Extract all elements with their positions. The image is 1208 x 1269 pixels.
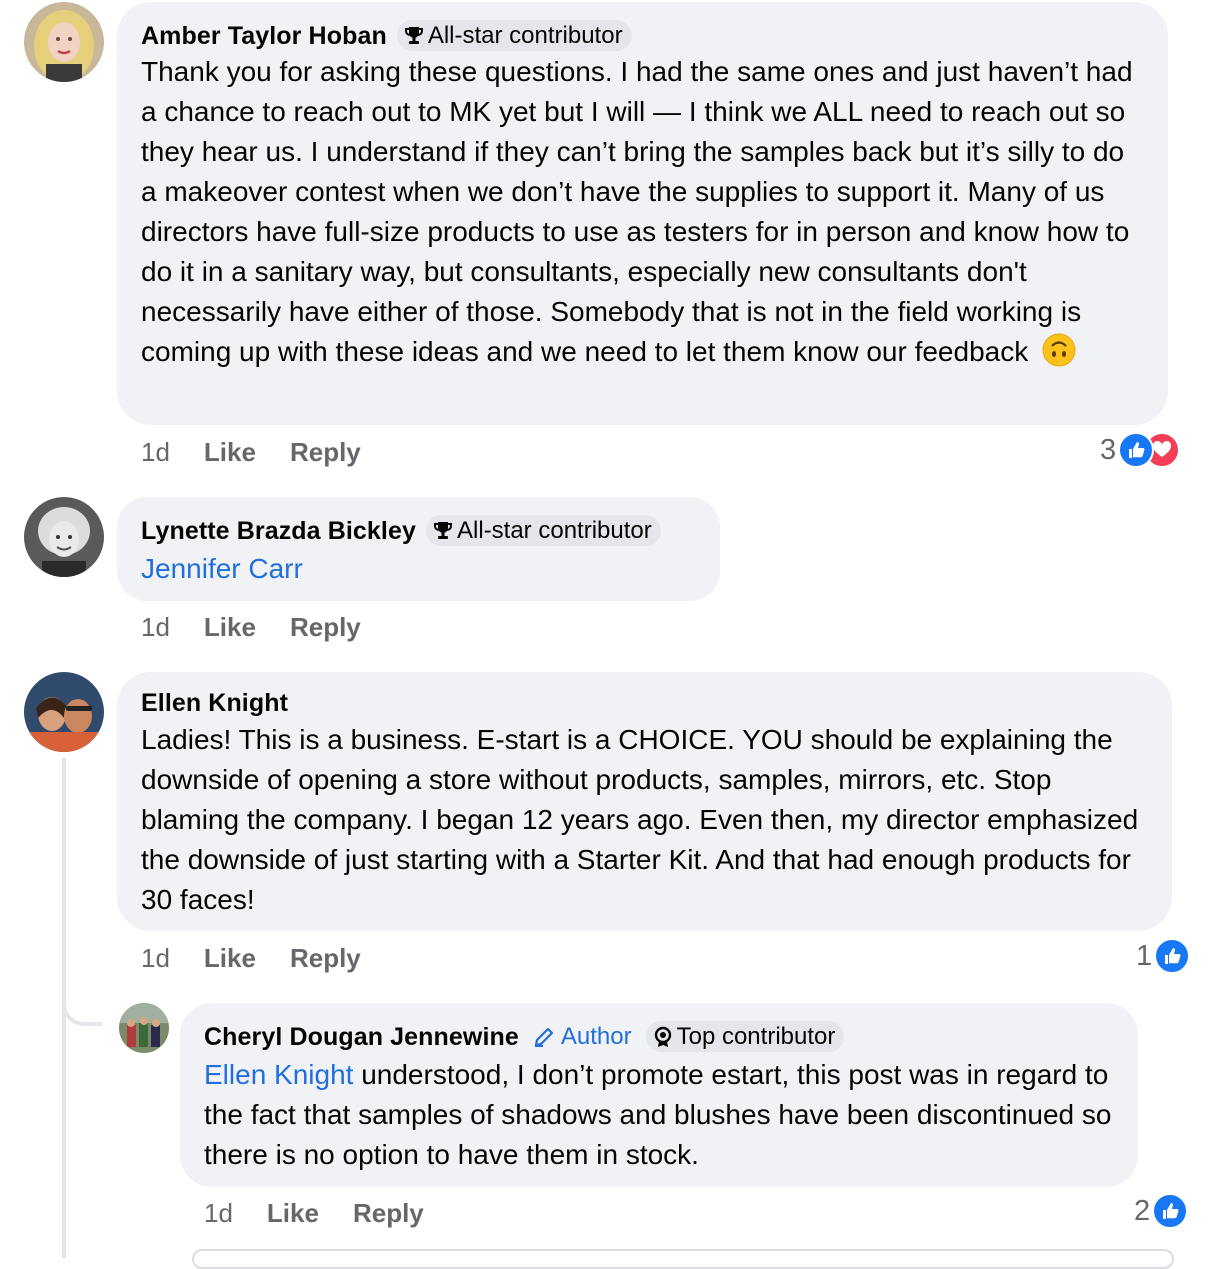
- avatar[interactable]: [24, 2, 104, 82]
- like-button[interactable]: Like: [267, 1198, 319, 1229]
- comment-bubble: Lynette Brazda Bickley All-star contribu…: [117, 497, 720, 601]
- like-button[interactable]: Like: [204, 437, 256, 468]
- reply-button[interactable]: Reply: [290, 612, 361, 643]
- like-button[interactable]: Like: [204, 943, 256, 974]
- author-name[interactable]: Amber Taylor Hoban: [141, 21, 387, 51]
- reaction-count: 2: [1134, 1194, 1151, 1227]
- comment-actions: 1d Like Reply: [141, 611, 395, 643]
- comment-time[interactable]: 1d: [141, 943, 170, 974]
- badge-label: All-star contributor: [457, 516, 652, 544]
- author-name[interactable]: Cheryl Dougan Jennewine: [204, 1022, 519, 1052]
- upside-down-face-emoji-icon: [1042, 333, 1076, 378]
- comment-actions: 1d Like Reply: [141, 436, 395, 468]
- badge-label: All-star contributor: [427, 21, 623, 49]
- like-button[interactable]: Like: [204, 612, 256, 643]
- like-icon: [1152, 1193, 1189, 1229]
- reaction-summary[interactable]: 1: [1136, 938, 1191, 974]
- contributor-badge[interactable]: All-star contributor: [426, 515, 661, 546]
- pencil-icon: [534, 1027, 553, 1047]
- reply-button[interactable]: Reply: [353, 1198, 424, 1229]
- comment-bubble: Ellen Knight Ladies! This is a business.…: [117, 672, 1172, 931]
- next-comment-edge: [192, 1249, 1174, 1269]
- author-name[interactable]: Ellen Knight: [141, 688, 288, 718]
- medal-icon: [654, 1026, 671, 1047]
- like-icon: [1118, 432, 1155, 468]
- reaction-count: 1: [1136, 939, 1153, 972]
- contributor-badge[interactable]: All-star contributor: [396, 20, 632, 51]
- trophy-icon: [404, 26, 423, 44]
- reply-button[interactable]: Reply: [290, 943, 361, 974]
- comment-time[interactable]: 1d: [204, 1198, 233, 1229]
- author-name[interactable]: Lynette Brazda Bickley: [141, 516, 416, 546]
- mention-link[interactable]: Ellen Knight: [204, 1059, 353, 1090]
- avatar[interactable]: [119, 1003, 169, 1053]
- reply-bubble: Cheryl Dougan Jennewine Author Top contr…: [180, 1003, 1138, 1187]
- comment-time[interactable]: 1d: [141, 612, 170, 643]
- avatar[interactable]: [24, 672, 104, 752]
- reply-button[interactable]: Reply: [290, 437, 361, 468]
- comment-text: Ladies! This is a business. E-start is a…: [141, 720, 1150, 920]
- comment-text-content: Ladies! This is a business. E-start is a…: [141, 724, 1139, 915]
- trophy-icon: [434, 521, 452, 539]
- comment-text-content: Thank you for asking these questions. I …: [141, 56, 1133, 367]
- like-icon: [1154, 938, 1191, 974]
- avatar[interactable]: [24, 497, 104, 577]
- comment-bubble: Amber Taylor Hoban All-star contributor …: [117, 2, 1168, 425]
- comment-text: Thank you for asking these questions. I …: [141, 52, 1146, 378]
- comment-header: Lynette Brazda Bickley All-star contribu…: [141, 515, 698, 546]
- reaction-summary[interactable]: 2: [1134, 1193, 1189, 1229]
- author-tag: Author: [533, 1023, 632, 1051]
- comment-text: Ellen Knight understood, I don’t promote…: [204, 1055, 1116, 1175]
- comment-text: Jennifer Carr: [141, 549, 698, 589]
- comment-time[interactable]: 1d: [141, 437, 170, 468]
- comment-actions: 1d Like Reply: [204, 1197, 458, 1229]
- thread-connector: [62, 990, 102, 1026]
- comment-actions: 1d Like Reply: [141, 942, 395, 974]
- comment-header: Amber Taylor Hoban All-star contributor: [141, 20, 1146, 51]
- badge-label: Top contributor: [676, 1022, 836, 1050]
- reaction-summary[interactable]: 3: [1100, 432, 1181, 468]
- mention-link[interactable]: Jennifer Carr: [141, 553, 303, 584]
- contributor-badge[interactable]: Top contributor: [645, 1021, 845, 1052]
- comment-header: Ellen Knight: [141, 688, 1150, 718]
- comment-header: Cheryl Dougan Jennewine Author Top contr…: [204, 1021, 1116, 1052]
- author-tag-label: Author: [560, 1022, 632, 1050]
- reaction-count: 3: [1100, 433, 1117, 466]
